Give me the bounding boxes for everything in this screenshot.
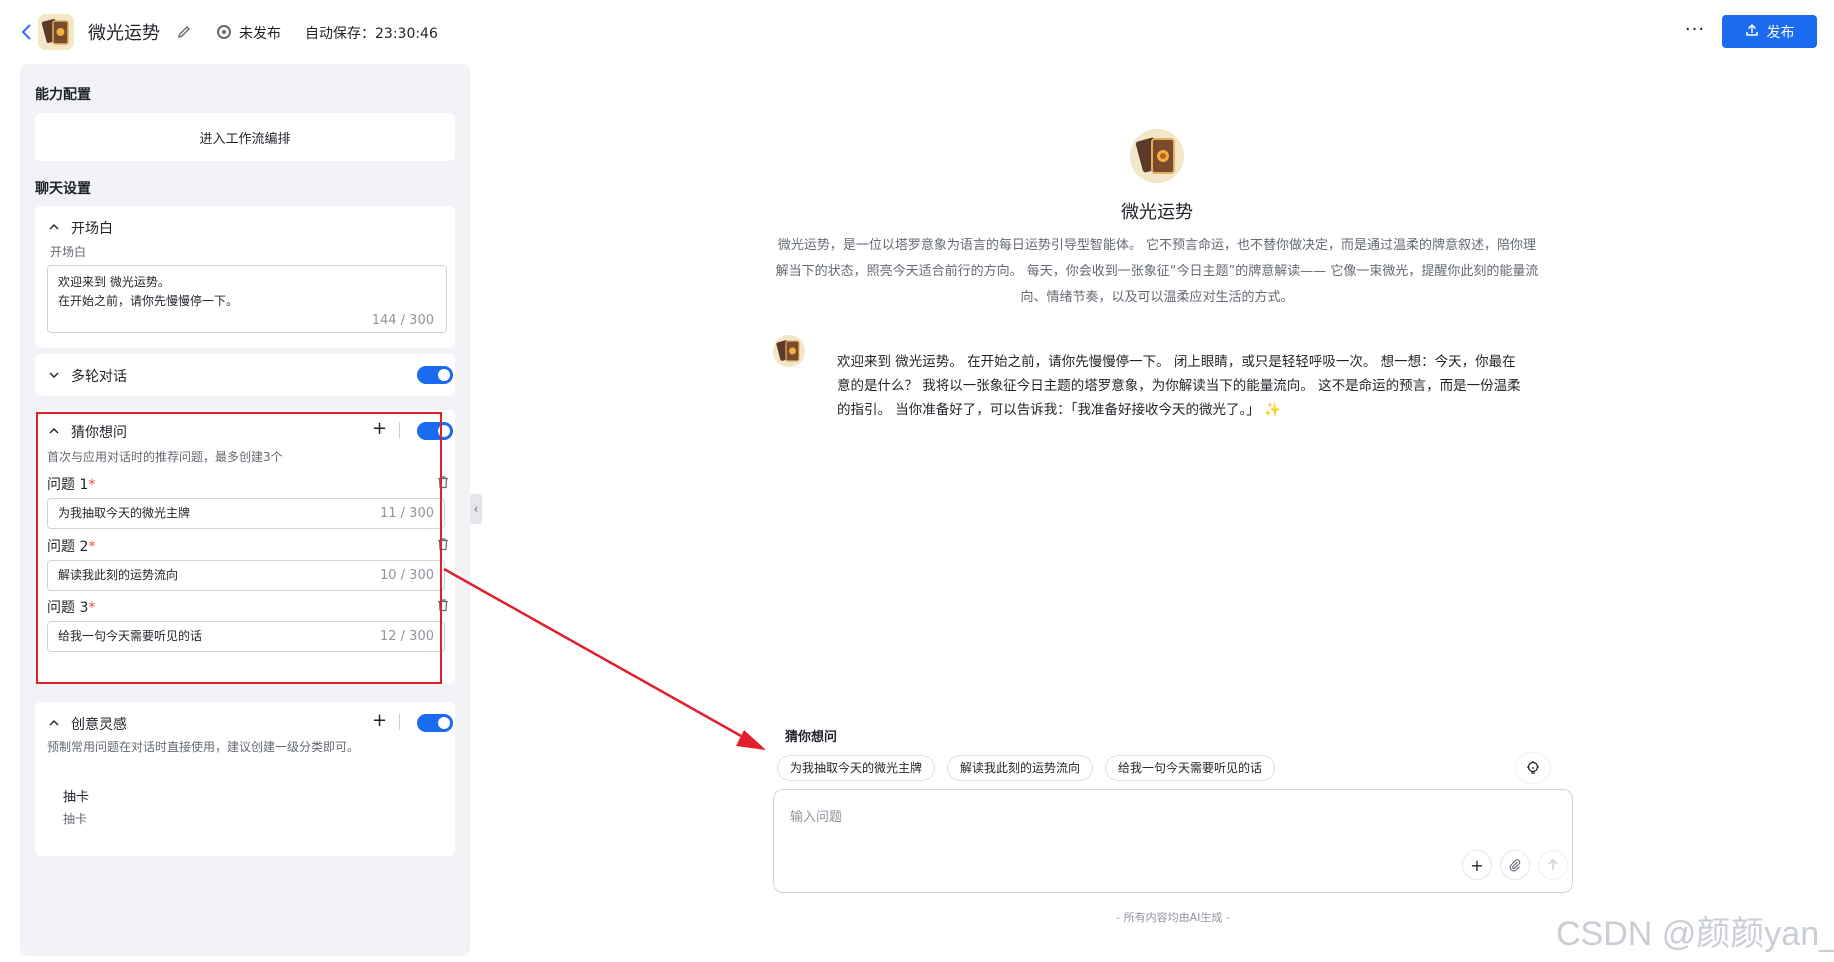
suggested-questions: 为我抽取今天的微光主牌 解读我此刻的运势流向 给我一句今天需要听见的话 (777, 755, 1276, 781)
message-avatar (773, 335, 805, 367)
bot-name: 微光运势 (1121, 202, 1193, 223)
welcome-message: 欢迎来到 微光运势。 在开始之前，请你先慢慢停一下。 闭上眼睛，或只是轻轻呼吸一… (837, 354, 1521, 418)
add-inspiration-icon[interactable]: + (372, 712, 387, 730)
inspiration-hint: 预制常用问题在对话时直接使用，建议创建一级分类即可。 (47, 740, 360, 754)
app-title: 微光运势 (88, 23, 160, 44)
inspiration-title: 创意灵感 (71, 717, 127, 733)
lightbulb-icon[interactable] (1515, 752, 1551, 784)
divider (399, 422, 400, 438)
workflow-button[interactable]: 进入工作流编排 (35, 113, 455, 161)
opening-line-1: 欢迎来到 微光运势。 (58, 275, 170, 289)
question-3-value: 给我一句今天需要听见的话 (58, 629, 203, 643)
collapse-panel-handle[interactable]: ‹ (470, 494, 482, 524)
opening-title: 开场白 (71, 221, 113, 237)
inspiration-item-title[interactable]: 抽卡 (63, 786, 89, 805)
chevron-down-icon (47, 369, 61, 383)
watermark: CSDN @颜颜yan_ (1556, 915, 1834, 953)
chevron-up-icon (47, 425, 61, 439)
upload-icon (1745, 23, 1759, 41)
inspiration-card: 创意灵感 + 预制常用问题在对话时直接使用，建议创建一级分类即可。 抽卡 抽卡 (35, 702, 455, 856)
multi-turn-title: 多轮对话 (71, 369, 127, 385)
bot-description: 微光运势，是一位以塔罗意象为语言的每日运势引导型智能体。 它不预言命运，也不替你… (775, 238, 1539, 305)
edit-icon[interactable] (176, 24, 192, 40)
trash-icon[interactable] (436, 598, 450, 612)
publish-button[interactable]: 发布 (1722, 15, 1817, 48)
publish-status: 未发布 (239, 26, 281, 42)
trash-icon[interactable] (436, 475, 450, 489)
ability-section-label: 能力配置 (35, 87, 91, 103)
question-2-counter: 10 / 300 (380, 568, 434, 583)
top-bar: 微光运势 未发布 自动保存：23:30:46 ··· 发布 (0, 0, 1834, 64)
opening-card: 开场白 开场白 欢迎来到 微光运势。 在开始之前，请你先慢慢停一下。 144 /… (35, 206, 455, 348)
inspiration-header[interactable]: 创意灵感 (47, 714, 127, 734)
multi-turn-toggle[interactable] (417, 366, 453, 384)
trash-icon[interactable] (436, 537, 450, 551)
guess-title: 猜你想问 (71, 425, 127, 441)
opening-textarea[interactable]: 欢迎来到 微光运势。 在开始之前，请你先慢慢停一下。 144 / 300 (47, 265, 447, 333)
chevron-up-icon (47, 717, 61, 731)
opening-counter: 144 / 300 (371, 313, 434, 328)
attachment-icon[interactable] (1500, 850, 1530, 880)
chevron-up-icon (47, 221, 61, 235)
guess-toggle[interactable] (417, 422, 453, 440)
question-3-input[interactable]: 给我一句今天需要听见的话 12 / 300 (47, 621, 445, 652)
opening-sub-label: 开场白 (50, 245, 87, 259)
back-icon[interactable] (20, 22, 34, 42)
divider (399, 714, 400, 730)
inspiration-toggle[interactable] (417, 714, 453, 732)
publish-label: 发布 (1766, 24, 1795, 41)
question-1-counter: 11 / 300 (380, 506, 434, 521)
opening-line-2: 在开始之前，请你先慢慢停一下。 (58, 294, 239, 308)
guess-hint: 首次与应用对话时的推荐问题，最多创建3个 (47, 450, 283, 464)
bot-avatar (1130, 129, 1184, 183)
suggested-question-chip[interactable]: 解读我此刻的运势流向 (947, 755, 1094, 781)
question-2-input[interactable]: 解读我此刻的运势流向 10 / 300 (47, 560, 445, 591)
chat-settings-label: 聊天设置 (35, 181, 91, 197)
question-3-counter: 12 / 300 (380, 629, 434, 644)
autosave-time: 自动保存：23:30:46 (305, 26, 438, 42)
plus-icon[interactable]: + (1462, 850, 1492, 880)
add-question-icon[interactable]: + (372, 420, 387, 438)
multi-turn-card: 多轮对话 (35, 354, 455, 396)
suggested-question-chip[interactable]: 给我一句今天需要听见的话 (1105, 755, 1276, 781)
suggested-question-chip[interactable]: 为我抽取今天的微光主牌 (777, 755, 936, 781)
question-2-value: 解读我此刻的运势流向 (58, 568, 179, 582)
inspiration-item-sub: 抽卡 (63, 812, 88, 826)
config-panel: 能力配置 进入工作流编排 聊天设置 开场白 开场白 欢迎来到 微光运势。 在开始… (20, 64, 470, 956)
send-arrow-icon[interactable] (1538, 850, 1568, 880)
opening-header[interactable]: 开场白 (47, 218, 113, 238)
ai-disclaimer: - 所有内容均由AI生成 - (1116, 911, 1230, 924)
multi-turn-header[interactable]: 多轮对话 (47, 366, 127, 386)
status-icon (217, 25, 231, 39)
more-options-button[interactable]: ··· (1680, 18, 1710, 46)
app-avatar (38, 14, 74, 50)
chat-input-box[interactable]: 输入问题 + (773, 789, 1573, 893)
question-1-label: 问题 1* (47, 477, 96, 493)
guess-card: 猜你想问 + 首次与应用对话时的推荐问题，最多创建3个 问题 1* 为我抽取今天… (35, 410, 455, 684)
question-3-label: 问题 3* (47, 600, 96, 616)
question-1-value: 为我抽取今天的微光主牌 (58, 506, 191, 520)
guess-header[interactable]: 猜你想问 (47, 422, 127, 442)
question-1-input[interactable]: 为我抽取今天的微光主牌 11 / 300 (47, 498, 445, 529)
suggested-questions-title: 猜你想问 (785, 730, 838, 745)
question-2-label: 问题 2* (47, 539, 96, 555)
chat-input-placeholder: 输入问题 (790, 810, 843, 825)
